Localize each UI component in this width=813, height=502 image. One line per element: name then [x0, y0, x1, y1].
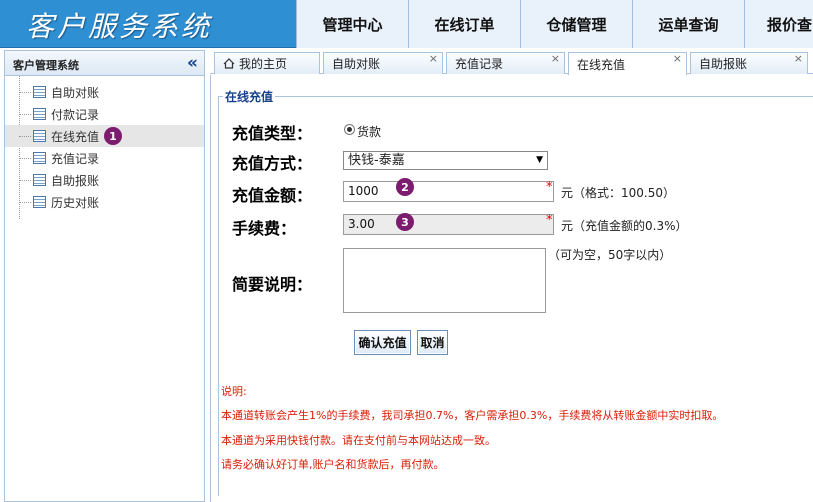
sidebar-tree: 自助对账 付款记录 在线充值 1 充值记录 自助报账 历史对账 — [5, 76, 204, 219]
recharge-type-label: 充值类型： — [232, 124, 313, 143]
sidebar-title: 客户管理系统 — [13, 59, 79, 72]
tab-label: 我的主页 — [239, 57, 288, 71]
document-icon — [33, 174, 46, 186]
recharge-type-radio[interactable] — [344, 124, 355, 135]
note-line: 本通道转账会产生1%的手续费，我司承担0.7%，客户需承担0.3%，手续费将从转… — [221, 409, 724, 422]
sidebar-header: 客户管理系统 « — [5, 51, 204, 76]
tab-label: 在线充值 — [577, 57, 626, 72]
close-icon[interactable]: × — [673, 53, 682, 65]
sidebar-item-label: 充值记录 — [51, 151, 100, 166]
sidebar-item-label: 历史对账 — [51, 195, 100, 210]
collapse-icon[interactable]: « — [187, 53, 198, 73]
description-textarea[interactable] — [343, 248, 546, 313]
nav-online-orders[interactable]: 在线订单 — [408, 0, 520, 48]
sidebar-item-label: 自助报账 — [51, 173, 100, 188]
tab-self-reconcile[interactable]: 自助对账 × — [323, 52, 443, 74]
sidebar-item-self-reconcile[interactable]: 自助对账 — [5, 81, 204, 103]
tab-label: 充值记录 — [455, 57, 504, 71]
nav-management-center[interactable]: 管理中心 — [296, 0, 408, 48]
app-title: 客户服务系统 — [26, 10, 213, 43]
fieldset-legend: 在线充值 — [223, 88, 276, 105]
document-icon — [33, 130, 46, 142]
tab-recharge-records[interactable]: 充值记录 × — [446, 52, 565, 74]
main-panel: 在线充值 充值类型： 货款 充值方式： 快钱-泰嘉 ▼ 充值金额： 1000 2… — [210, 75, 813, 502]
sidebar-item-history-reconcile[interactable]: 历史对账 — [5, 191, 204, 213]
close-icon[interactable]: × — [429, 53, 438, 65]
tab-my-home[interactable]: 我的主页 — [214, 52, 320, 74]
note-line: 本通道为采用快钱付款。请在支付前与本网站达成一致。 — [221, 434, 496, 447]
sidebar-item-label: 付款记录 — [51, 107, 100, 122]
confirm-recharge-button[interactable]: 确认充值 — [354, 330, 411, 355]
tab-bar: 我的主页 自助对账 × 充值记录 × 在线充值 × 自助报账 × — [210, 50, 813, 75]
fee-input: 3.00 — [343, 214, 554, 235]
amount-hint: 元（格式：100.50） — [561, 186, 675, 200]
tab-self-report[interactable]: 自助报账 × — [690, 52, 808, 74]
recharge-method-label: 充值方式： — [232, 154, 313, 173]
cancel-button[interactable]: 取消 — [417, 330, 448, 355]
document-icon — [33, 86, 46, 98]
tab-label: 自助报账 — [699, 57, 748, 71]
sidebar-item-self-report[interactable]: 自助报账 — [5, 169, 204, 191]
recharge-method-value: 快钱-泰嘉 — [348, 153, 405, 168]
tab-online-recharge[interactable]: 在线充值 × — [568, 52, 687, 75]
fee-required-mark: * — [546, 213, 553, 228]
sidebar-item-label: 在线充值 — [51, 129, 100, 144]
home-icon — [223, 58, 235, 69]
sidebar: 客户管理系统 « 自助对账 付款记录 在线充值 1 充值记录 自助报账 历史对账 — [4, 50, 205, 502]
amount-label: 充值金额： — [232, 186, 313, 205]
fee-label: 手续费： — [232, 219, 297, 238]
step-marker-1: 1 — [104, 127, 122, 145]
document-icon — [33, 108, 46, 120]
notes-heading: 说明: — [221, 385, 247, 398]
tab-label: 自助对账 — [332, 57, 381, 71]
top-nav: 管理中心 在线订单 仓储管理 运单查询 报价查 — [296, 0, 813, 48]
close-icon[interactable]: × — [794, 53, 803, 65]
amount-required-mark: * — [546, 180, 553, 195]
document-icon — [33, 152, 46, 164]
recharge-method-select[interactable]: 快钱-泰嘉 ▼ — [343, 151, 548, 170]
step-marker-3: 3 — [396, 213, 414, 231]
nav-quote-query[interactable]: 报价查 — [744, 0, 813, 48]
app-header: 客户服务系统 管理中心 在线订单 仓储管理 运单查询 报价查 — [0, 0, 813, 48]
description-hint: （可为空，50字以内） — [548, 248, 672, 262]
step-marker-2: 2 — [396, 178, 414, 196]
sidebar-item-online-recharge[interactable]: 在线充值 1 — [5, 125, 204, 147]
sidebar-item-recharge-records[interactable]: 充值记录 — [5, 147, 204, 169]
recharge-type-option: 货款 — [357, 125, 382, 139]
note-line: 请务必确认好订单,账户名和货款后，再付款。 — [221, 458, 445, 471]
sidebar-item-payment-records[interactable]: 付款记录 — [5, 103, 204, 125]
nav-warehouse[interactable]: 仓储管理 — [520, 0, 632, 48]
dropdown-arrow-icon: ▼ — [536, 155, 543, 165]
close-icon[interactable]: × — [551, 53, 560, 65]
amount-input[interactable]: 1000 — [343, 181, 554, 202]
description-label: 简要说明： — [232, 275, 313, 294]
nav-waybill-query[interactable]: 运单查询 — [632, 0, 744, 48]
sidebar-item-label: 自助对账 — [51, 85, 100, 100]
fee-hint: 元（充值金额的0.3%） — [561, 219, 688, 233]
document-icon — [33, 196, 46, 208]
